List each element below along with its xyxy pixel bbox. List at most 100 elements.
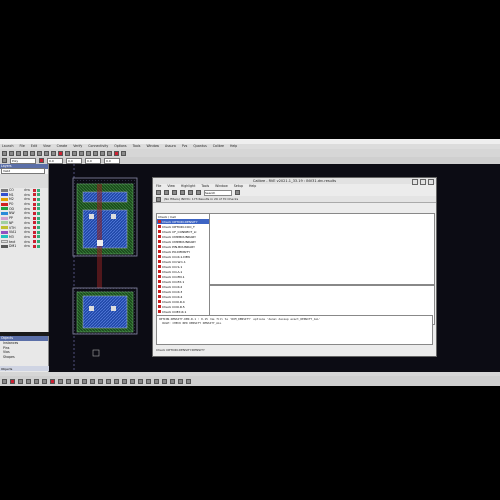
select-checkbox[interactable] (37, 202, 40, 206)
select-checkbox[interactable] (37, 197, 40, 201)
descend-icon[interactable] (122, 378, 127, 384)
visible-checkbox[interactable] (33, 230, 36, 234)
object-row-shapes[interactable]: Shapes (0, 355, 48, 360)
home-icon[interactable] (180, 190, 185, 195)
select-checkbox[interactable] (37, 211, 40, 215)
refresh-icon[interactable] (106, 378, 111, 384)
search-icon[interactable] (235, 190, 240, 195)
stop-icon[interactable] (58, 150, 63, 156)
visible-checkbox[interactable] (33, 188, 36, 192)
calibre-menu-help[interactable]: Help (249, 184, 256, 189)
visible-checkbox[interactable] (33, 211, 36, 215)
select-checkbox[interactable] (37, 193, 40, 197)
save-icon[interactable] (16, 150, 21, 156)
via-icon[interactable] (42, 378, 47, 384)
visible-checkbox[interactable] (33, 197, 36, 201)
visible-checkbox[interactable] (33, 216, 36, 220)
stretch-icon[interactable] (93, 150, 98, 156)
visible-checkbox[interactable] (33, 202, 36, 206)
undo-icon[interactable] (23, 150, 28, 156)
highlight-icon[interactable] (188, 190, 193, 195)
delete-icon[interactable] (100, 150, 105, 156)
back-icon[interactable] (164, 190, 169, 195)
results-detail-pane[interactable] (209, 213, 435, 285)
forward-icon[interactable] (172, 190, 177, 195)
visible-checkbox[interactable] (33, 207, 36, 211)
calibre-menu-highlight[interactable]: Highlight (181, 184, 195, 189)
ruler-tool-icon[interactable] (82, 378, 87, 384)
coord-y-field[interactable]: 0.0 (104, 157, 120, 164)
select-checkbox[interactable] (37, 221, 40, 225)
layers-filter[interactable]: Valid (1, 168, 45, 175)
polygon-icon[interactable] (26, 378, 31, 384)
instance-icon[interactable] (74, 378, 79, 384)
rotate-icon[interactable] (170, 378, 175, 384)
layer-icon[interactable] (121, 150, 126, 156)
hierarchy-icon[interactable] (114, 378, 119, 384)
copy-icon[interactable] (86, 150, 91, 156)
visible-checkbox[interactable] (33, 221, 36, 225)
new-icon[interactable] (2, 150, 7, 156)
chop-icon[interactable] (138, 378, 143, 384)
pin-icon[interactable] (66, 378, 71, 384)
select-checkbox[interactable] (37, 240, 40, 244)
close-icon[interactable] (428, 179, 434, 185)
clear-highlight-icon[interactable] (196, 190, 201, 195)
open-db-icon[interactable] (156, 190, 161, 195)
coord-x-field[interactable]: 0.0 (85, 157, 101, 164)
align-icon[interactable] (154, 378, 159, 384)
visible-checkbox[interactable] (33, 235, 36, 239)
wire-icon[interactable] (50, 378, 55, 384)
property-icon[interactable] (107, 150, 112, 156)
minimize-icon[interactable] (412, 179, 418, 185)
select-checkbox[interactable] (37, 235, 40, 239)
tab-objects[interactable]: Objects (1, 367, 12, 371)
path-icon[interactable] (34, 378, 39, 384)
select-mode-icon[interactable] (2, 378, 7, 384)
calibre-menu-tools[interactable]: Tools (201, 184, 209, 189)
flip-icon[interactable] (162, 378, 167, 384)
calibre-search-input[interactable]: Search (204, 189, 232, 196)
redo-icon[interactable] (30, 150, 35, 156)
calibre-menu-file[interactable]: File (156, 184, 161, 189)
pan-icon[interactable] (98, 378, 103, 384)
record-icon[interactable] (10, 378, 15, 384)
ungroup-icon[interactable] (186, 378, 191, 384)
grid-field-1[interactable]: 0.0 (47, 157, 63, 164)
move-icon[interactable] (79, 150, 84, 156)
zoom-out-icon[interactable] (44, 150, 49, 156)
select-icon[interactable] (72, 150, 77, 156)
rect-icon[interactable] (18, 378, 23, 384)
maximize-icon[interactable] (420, 179, 426, 185)
visible-checkbox[interactable] (33, 244, 36, 248)
calibre-menu-window[interactable]: Window (215, 184, 228, 189)
select-checkbox[interactable] (37, 230, 40, 234)
drc-icon[interactable] (114, 150, 119, 156)
calibre-menu-setup[interactable]: Setup (234, 184, 243, 189)
select-checkbox[interactable] (37, 244, 40, 248)
ruler-icon[interactable] (65, 150, 70, 156)
grid-field-2[interactable]: 0.0 (66, 157, 82, 164)
open-icon[interactable] (9, 150, 14, 156)
select-checkbox[interactable] (37, 226, 40, 230)
check-tree[interactable]: Check / Cell Check OPTION.DENSITY Check … (156, 213, 210, 325)
visible-checkbox[interactable] (33, 226, 36, 230)
visible-checkbox[interactable] (33, 240, 36, 244)
zoom-in-icon[interactable] (37, 150, 42, 156)
select-checkbox[interactable] (37, 207, 40, 211)
check-item[interactable]: Check COEX.R.1 (157, 309, 209, 314)
fit-icon[interactable] (51, 150, 56, 156)
visible-checkbox[interactable] (33, 193, 36, 197)
ascend-icon[interactable] (130, 378, 135, 384)
calibre-menu-view[interactable]: View (167, 184, 175, 189)
select-checkbox[interactable] (37, 216, 40, 220)
layer-row[interactable]: DM1 drw (0, 244, 48, 249)
group-icon[interactable] (178, 378, 183, 384)
filter-icon[interactable] (156, 196, 161, 202)
layer-field[interactable]: Poly (10, 157, 36, 164)
merge-icon[interactable] (146, 378, 151, 384)
select-checkbox[interactable] (37, 188, 40, 192)
label-icon[interactable] (58, 378, 63, 384)
zoom-tool-icon[interactable] (90, 378, 95, 384)
layer-select-icon[interactable] (2, 158, 7, 163)
